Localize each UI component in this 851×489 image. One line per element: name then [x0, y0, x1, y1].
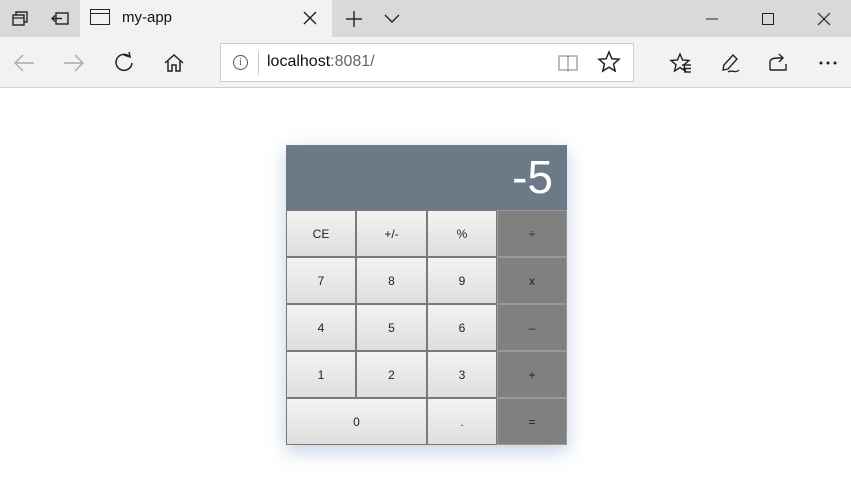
tab-bar: my-app [0, 0, 851, 37]
calculator-display: -5 [286, 145, 567, 210]
address-bar[interactable]: i localhost:8081/ [220, 43, 634, 82]
subtract-button[interactable]: – [497, 304, 567, 351]
more-icon[interactable] [804, 37, 851, 88]
digit-0-button[interactable]: 0 [286, 398, 427, 445]
tab-my-app[interactable]: my-app [80, 0, 332, 37]
url-host: localhost [267, 53, 331, 70]
maximize-icon[interactable] [740, 0, 796, 37]
page-icon [90, 9, 110, 25]
url-port: :8081/ [330, 53, 375, 70]
home-icon[interactable] [150, 37, 198, 88]
info-icon[interactable]: i [233, 55, 248, 70]
multiply-button[interactable]: x [497, 257, 567, 304]
minimize-icon[interactable] [684, 0, 740, 37]
digit-4-button[interactable]: 4 [286, 304, 356, 351]
add-button[interactable]: + [497, 351, 567, 398]
refresh-icon[interactable] [100, 37, 148, 88]
tab-actions-icon[interactable] [0, 0, 40, 37]
url-text[interactable]: localhost:8081/ [267, 53, 375, 71]
arrow-right-icon[interactable] [50, 37, 98, 88]
set-aside-tabs-icon[interactable] [40, 0, 80, 37]
chevron-down-icon[interactable] [372, 0, 412, 37]
pen-icon[interactable] [706, 37, 754, 88]
digit-5-button[interactable]: 5 [356, 304, 427, 351]
address-separator [258, 51, 259, 75]
digit-7-button[interactable]: 7 [286, 257, 356, 304]
favorites-icon[interactable] [656, 37, 704, 88]
tab-title: my-app [122, 9, 173, 26]
digit-9-button[interactable]: 9 [427, 257, 497, 304]
book-icon[interactable] [557, 52, 579, 74]
equals-button[interactable]: = [497, 398, 567, 445]
clear-entry-button[interactable]: CE [286, 210, 356, 257]
close-icon[interactable] [300, 8, 320, 28]
share-icon[interactable] [754, 37, 802, 88]
percent-button[interactable]: % [427, 210, 497, 257]
digit-3-button[interactable]: 3 [427, 351, 497, 398]
digit-6-button[interactable]: 6 [427, 304, 497, 351]
navigation-bar: i localhost:8081/ [0, 37, 851, 88]
window-close-icon[interactable] [796, 0, 851, 37]
digit-8-button[interactable]: 8 [356, 257, 427, 304]
digit-2-button[interactable]: 2 [356, 351, 427, 398]
calculator: -5 CE +/- % ÷ 7 8 9 x 4 5 6 – 1 2 3 + 0 … [286, 145, 567, 445]
digit-1-button[interactable]: 1 [286, 351, 356, 398]
divide-button[interactable]: ÷ [497, 210, 567, 257]
sign-toggle-button[interactable]: +/- [356, 210, 427, 257]
plus-icon[interactable] [334, 0, 374, 37]
decimal-button[interactable]: . [427, 398, 497, 445]
star-icon[interactable] [597, 50, 621, 74]
arrow-left-icon[interactable] [0, 37, 48, 88]
